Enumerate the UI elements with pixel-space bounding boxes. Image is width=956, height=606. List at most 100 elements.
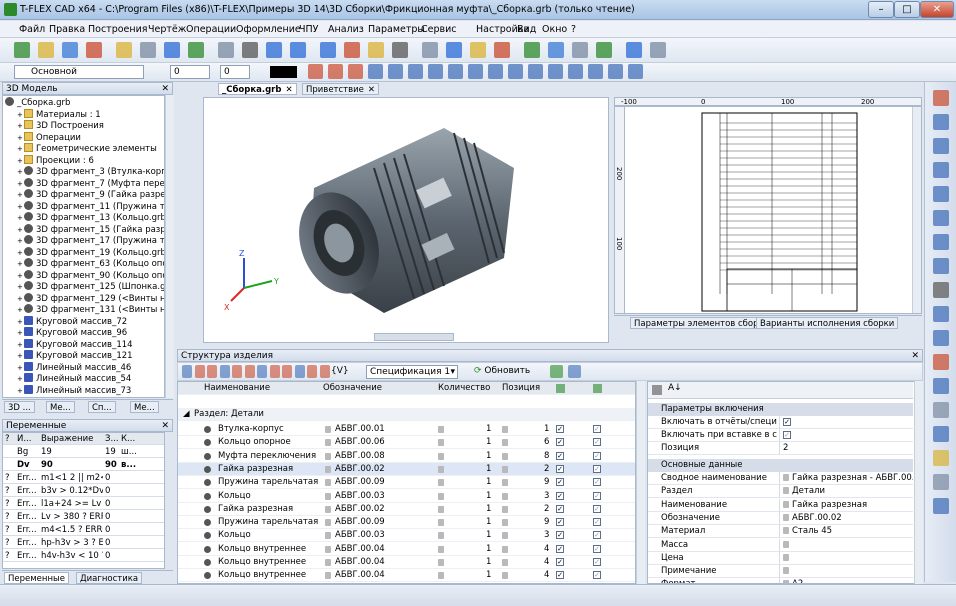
close-icon[interactable]: ✕: [285, 85, 292, 95]
snap-tool-icon[interactable]: [628, 64, 643, 79]
structure-row[interactable]: Гайка разрезная АБВГ.00.02 1 2 ✓ ✓: [178, 503, 635, 516]
view-tool-icon[interactable]: [933, 114, 949, 130]
structure-tool-icon[interactable]: [207, 365, 217, 378]
view2d-tab-1[interactable]: Варианты исполнения сборки: [756, 317, 899, 329]
prop-row[interactable]: Позиция 2: [648, 442, 913, 455]
tree-item[interactable]: + Круговой массив_96: [5, 327, 127, 338]
snap-tool-icon[interactable]: [508, 64, 523, 79]
menu-item-7[interactable]: Анализ: [328, 24, 364, 35]
prop-checkbox[interactable]: ✓: [783, 418, 791, 426]
expand-icon[interactable]: +: [17, 282, 24, 293]
tree-item[interactable]: +3D фрагмент_7 (Муфта переключени: [5, 177, 164, 189]
tree-item[interactable]: +3D фрагмент_131 (<Винты нормаль: [5, 304, 164, 316]
include-assembly-checkbox[interactable]: ✓: [593, 518, 601, 527]
refresh-button[interactable]: ⟳ Обновить: [474, 366, 530, 376]
toolbar-tool-icon[interactable]: [188, 42, 204, 58]
expand-icon[interactable]: +: [17, 305, 24, 316]
2d-v-scrollbar[interactable]: [912, 107, 921, 313]
toolbar-tool-icon[interactable]: [14, 42, 30, 58]
include-checkbox[interactable]: ✓: [556, 438, 564, 447]
toolbar-tool-icon[interactable]: [626, 42, 642, 58]
props-scrollbar[interactable]: [914, 381, 923, 584]
include-assembly-checkbox[interactable]: ✓: [593, 438, 601, 447]
view-tool-icon[interactable]: [933, 450, 949, 466]
menu-item-8[interactable]: Параметры: [368, 24, 425, 35]
collapse-icon[interactable]: ◢: [183, 408, 190, 421]
menu-item-13[interactable]: ?: [571, 24, 576, 35]
close-icon[interactable]: ✕: [368, 85, 375, 95]
tree-item[interactable]: _Сборка.grb: [5, 97, 70, 108]
view-tool-icon[interactable]: [933, 498, 949, 514]
vars-row[interactable]: ? Err... b3v > 0.12*Dv ? ...0: [3, 485, 164, 497]
snap-tool-icon[interactable]: [408, 64, 423, 79]
vars-column-header[interactable]: И...: [17, 433, 39, 445]
tree-item[interactable]: +3D фрагмент_17 (Пружина тарельча: [5, 235, 164, 246]
prop-value[interactable]: Сталь 45: [779, 525, 913, 539]
toolbar-tool-icon[interactable]: [38, 42, 54, 58]
close-icon[interactable]: ✕: [161, 83, 169, 95]
view-tool-icon[interactable]: [933, 378, 949, 394]
view-tool-icon[interactable]: [933, 282, 949, 298]
structure-row[interactable]: Муфта переключения АБВГ.00.08 1 8 ✓ ✓: [178, 450, 635, 463]
vars-tab-1[interactable]: Диагностика: [76, 572, 143, 584]
prop-row[interactable]: Включать в отчёты/специфи ✓: [648, 416, 913, 429]
structure-row[interactable]: Втулка-корпус АБВГ.00.01 1 1 ✓ ✓: [178, 423, 635, 436]
vars-row[interactable]: ? Err... hp-h3v > 3 ? ERR...0: [3, 537, 164, 549]
toolbar-tool-icon[interactable]: [344, 42, 360, 58]
expand-icon[interactable]: +: [17, 202, 24, 213]
structure-tool-icon[interactable]: [294, 365, 305, 378]
toolbar-tool-icon[interactable]: [548, 42, 564, 58]
include-assembly-checkbox[interactable]: ✓: [593, 425, 601, 433]
maximize-button[interactable]: □: [894, 1, 920, 18]
prop-row[interactable]: Включать при вставке в сбор ✓: [648, 429, 913, 442]
doc-tab-0[interactable]: _Сборка.grb ✕: [218, 83, 297, 95]
structure-row[interactable]: Кольцо АБВГ.00.03 1 3 ✓ ✓: [178, 490, 635, 503]
include-assembly-checkbox[interactable]: ✓: [593, 464, 601, 473]
prop-row[interactable]: Сводное наименование Гайка разрезная - АБ…: [648, 472, 913, 485]
toolbar-tool-icon[interactable]: [494, 42, 510, 58]
include-checkbox[interactable]: ✓: [556, 531, 564, 540]
snap-tool-icon[interactable]: [568, 64, 583, 79]
structure-tool-icon[interactable]: [182, 365, 192, 378]
structure-row[interactable]: Кольцо внутреннее АБВГ.00.04 1 4 ✓ ✓: [178, 569, 635, 583]
include-assembly-checkbox[interactable]: ✓: [593, 558, 601, 566]
toolbar-tool-icon[interactable]: [422, 42, 438, 58]
include-assembly-checkbox[interactable]: ✓: [593, 504, 601, 513]
expand-icon[interactable]: +: [17, 110, 24, 121]
tree-item[interactable]: +3D фрагмент_11 (Пружина тарельча: [5, 200, 164, 213]
tree-item[interactable]: + Круговой массив_72: [5, 315, 127, 327]
h-scrollbar[interactable]: [374, 333, 454, 341]
include-assembly-checkbox[interactable]: ✓: [593, 478, 601, 487]
tree-item[interactable]: + Линейный массив_73: [5, 384, 131, 396]
vars-column-header[interactable]: Выражение: [41, 433, 103, 445]
prop-value[interactable]: 2: [779, 442, 913, 455]
structure-row[interactable]: Кольцо опорное АБВГ.00.06 1 6 ✓ ✓: [178, 436, 635, 450]
snap-tool-icon[interactable]: [548, 64, 563, 79]
structure-tool-icon[interactable]: [194, 365, 205, 378]
include-checkbox[interactable]: ✓: [556, 451, 564, 460]
toolbar-tool-icon[interactable]: [596, 42, 612, 58]
toolbar-tool-icon[interactable]: [524, 42, 540, 58]
include-checkbox[interactable]: ✓: [556, 478, 564, 487]
view-tool-icon[interactable]: [933, 186, 949, 202]
vars-row[interactable]: ? Err... m4<1.5 ? ERRO...0: [3, 524, 164, 536]
toolbar-tool-icon[interactable]: [392, 42, 408, 58]
tree-item[interactable]: +3D фрагмент_15 (Гайка разрезная.: [5, 223, 164, 235]
snap-tool-icon[interactable]: [468, 64, 483, 79]
structure-tool-icon[interactable]: [319, 365, 330, 378]
menu-item-11[interactable]: Вид: [517, 24, 536, 35]
structure-row[interactable]: Кольцо АБВГ.00.03 1 3 ✓ ✓: [178, 529, 635, 543]
structure-scrollbar[interactable]: [636, 381, 645, 584]
view-tool-icon[interactable]: [933, 234, 949, 250]
tree-item[interactable]: +3D фрагмент_125 (Шпонка.grb): [5, 281, 164, 293]
structure-section-row[interactable]: ◢ Раздел: Детали: [178, 408, 635, 421]
include-checkbox[interactable]: ✓: [556, 491, 564, 500]
toolbar-tool-icon[interactable]: [86, 42, 102, 58]
view2d-tab-0[interactable]: Параметры элементов сборки: [630, 317, 774, 329]
expand-icon[interactable]: +: [17, 351, 24, 362]
toolbar-tool-icon[interactable]: [446, 42, 462, 58]
include-checkbox[interactable]: ✓: [556, 558, 564, 566]
expand-icon[interactable]: +: [17, 190, 24, 201]
vars-tab-0[interactable]: Переменные: [4, 572, 69, 584]
expand-icon[interactable]: +: [17, 363, 24, 374]
